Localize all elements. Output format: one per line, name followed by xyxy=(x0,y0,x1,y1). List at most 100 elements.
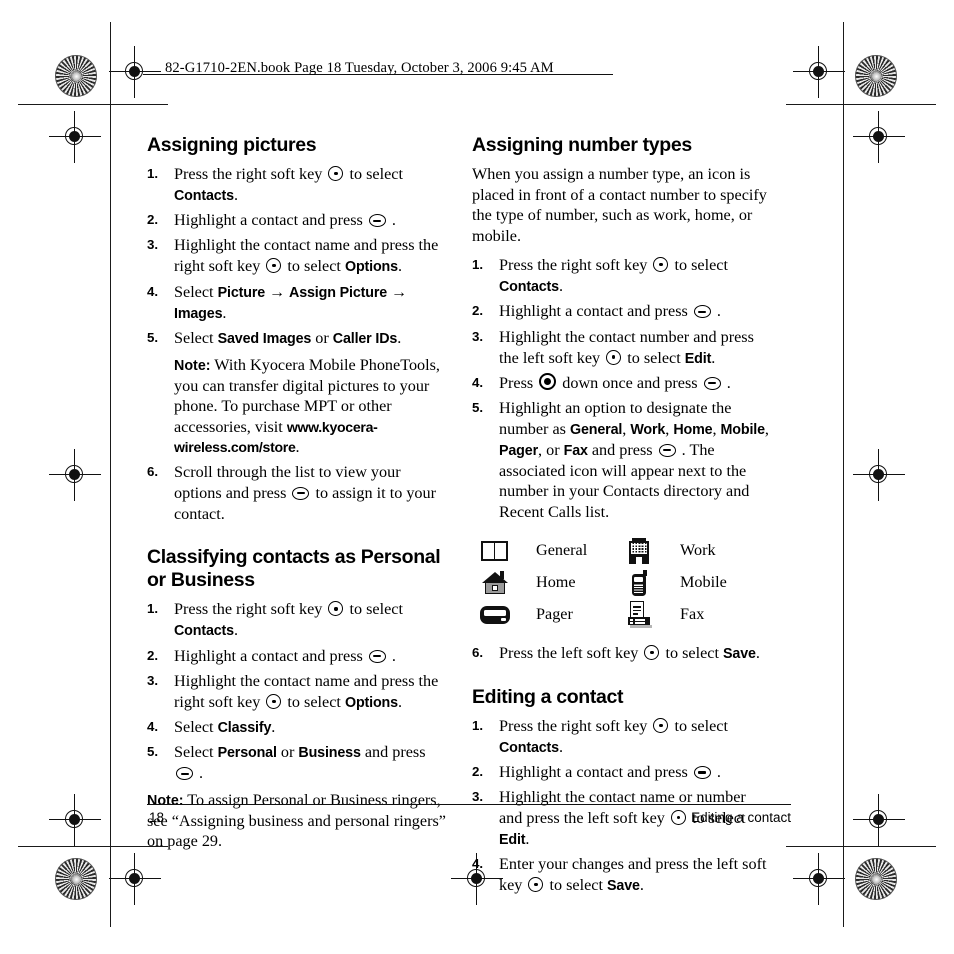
step-text: . xyxy=(755,644,760,662)
numbered-step: 1. Press the right soft key to select Con… xyxy=(472,716,772,758)
step-text: Select xyxy=(174,743,218,762)
step-number: 1. xyxy=(147,166,159,181)
step-text: to select xyxy=(670,256,728,275)
steps-assigning-pictures: 1. Press the right soft key to select Con… xyxy=(147,164,447,349)
step-number: 2. xyxy=(147,212,159,228)
crop-line-vertical-left-body xyxy=(110,127,112,927)
legend-label: Pager xyxy=(536,605,573,623)
ui-term: Work xyxy=(630,421,666,438)
pager-icon xyxy=(480,601,510,629)
numbered-step: 2. Highlight a contact and press . xyxy=(147,210,447,231)
numbered-step: 4. Press down once and press . xyxy=(472,372,772,394)
step-text: . xyxy=(195,764,204,783)
ok-key-icon xyxy=(368,649,386,663)
fax-icon xyxy=(624,601,654,629)
crop-line-vertical-left xyxy=(110,22,112,127)
soft-key-icon xyxy=(644,645,660,660)
step-text: Press the right soft key xyxy=(174,600,327,619)
numbered-step: 3. Highlight the contact number and press… xyxy=(472,327,772,369)
ui-term: Caller IDs xyxy=(332,331,398,348)
step-text: . xyxy=(525,829,530,848)
crop-line-horizontal-bottom-right xyxy=(786,846,936,848)
soft-key-icon xyxy=(670,810,686,826)
arrow-separator: → xyxy=(265,283,290,301)
ui-term: Fax xyxy=(563,442,588,459)
registration-mark-left-lower xyxy=(49,794,101,846)
step-text: Highlight a contact and press xyxy=(499,302,692,321)
note-ringers-label: Note: xyxy=(147,792,184,809)
step-text: , or xyxy=(538,440,564,459)
step-text: to select xyxy=(661,644,724,662)
step-text: . xyxy=(387,211,396,230)
step-text: . xyxy=(639,876,644,894)
numbered-step: 1. Press the right soft key to select Con… xyxy=(472,255,772,297)
book-info-text: 82-G1710-2EN.book Page 18 Tuesday, Octob… xyxy=(165,60,554,76)
step-text: , xyxy=(764,419,769,438)
footer-section-title: Editing a contact xyxy=(691,810,791,825)
step-number: 3. xyxy=(147,672,159,688)
ui-term: Save xyxy=(723,646,756,662)
note-tail: . xyxy=(295,438,300,457)
steps-assigning-pictures-6: 6. Scroll through the list to view your o… xyxy=(147,462,447,524)
step-text: . xyxy=(222,304,227,323)
steps-number-types: 1. Press the right soft key to select Con… xyxy=(472,255,772,523)
numbered-step: 4. Select Classify. xyxy=(147,717,447,738)
note-phonetools: Note: With Kyocera Mobile PhoneTools, yo… xyxy=(174,355,447,458)
footer-page-number: 18 xyxy=(149,810,165,825)
ui-term: Classify xyxy=(217,720,272,737)
step-number: 3. xyxy=(147,237,159,253)
numbered-step: 2. Highlight a contact and press . xyxy=(147,646,447,667)
steps-classifying-contacts: 1. Press the right soft key to select Con… xyxy=(147,599,447,784)
legend-label: Fax xyxy=(680,605,705,623)
step-number: 6. xyxy=(472,645,484,660)
ui-term: Business xyxy=(298,745,361,762)
legend-label: General xyxy=(536,541,588,559)
numbered-step: 1. Press the right soft key to select Con… xyxy=(147,599,447,641)
step-text: . xyxy=(233,185,239,204)
step-text: Highlight a contact and press xyxy=(174,646,367,665)
registration-mark-bottom-left xyxy=(109,853,161,905)
ui-term: Save xyxy=(607,878,640,894)
legend-label: Home xyxy=(536,573,576,591)
step-text: Highlight a contact and press xyxy=(499,762,692,781)
registration-mark-right-upper xyxy=(853,111,905,163)
ui-term: General xyxy=(570,421,623,438)
rosette-mark-top-left xyxy=(55,55,97,97)
registration-mark-left-upper xyxy=(49,111,101,163)
numbered-step: 2. Highlight a contact and press . xyxy=(472,301,772,322)
ok-key-icon xyxy=(176,767,193,781)
ui-term: Mobile xyxy=(720,421,766,438)
step-number: 1. xyxy=(147,601,159,617)
step-text: to select xyxy=(623,348,685,367)
ui-term: Contacts xyxy=(499,739,559,756)
step-number: 5. xyxy=(147,744,159,760)
rosette-mark-bottom-right xyxy=(855,858,897,900)
ui-term: Personal xyxy=(217,745,277,762)
step-text: Press the right soft key xyxy=(174,165,327,183)
step-text: . xyxy=(722,373,731,392)
numbered-step: 4. Select Picture → Assign Picture → Imag… xyxy=(147,282,447,324)
step-number: 5. xyxy=(472,400,484,416)
step-number: 1. xyxy=(472,717,484,733)
step-text: . xyxy=(558,737,564,756)
manual-page: 82-G1710-2EN.book Page 18 Tuesday, Octob… xyxy=(143,60,791,894)
step-text: Press the left soft key xyxy=(499,644,643,662)
crop-line-horizontal-bottom-left xyxy=(18,846,168,848)
number-type-icon-legend: General Work Home Mobile Pager Fax xyxy=(472,537,772,635)
step-text: . xyxy=(712,302,721,321)
step-text: . xyxy=(233,621,239,640)
building-icon xyxy=(624,537,654,565)
step-text: to select xyxy=(283,692,345,711)
ok-key-icon xyxy=(693,305,711,319)
soft-key-icon xyxy=(266,693,282,709)
soft-key-icon xyxy=(653,257,669,273)
step-number: 4. xyxy=(147,283,159,299)
step-number: 2. xyxy=(147,647,159,663)
rosette-mark-top-right xyxy=(855,55,897,97)
step-text: Select xyxy=(174,329,218,348)
ui-term: Edit xyxy=(499,831,526,848)
ui-term: Pager xyxy=(499,442,538,459)
legend-label: Mobile xyxy=(680,573,727,591)
numbered-step: 5. Select Personal or Business and press … xyxy=(147,742,447,784)
numbered-step: 5. Highlight an option to designate the n… xyxy=(472,398,772,523)
